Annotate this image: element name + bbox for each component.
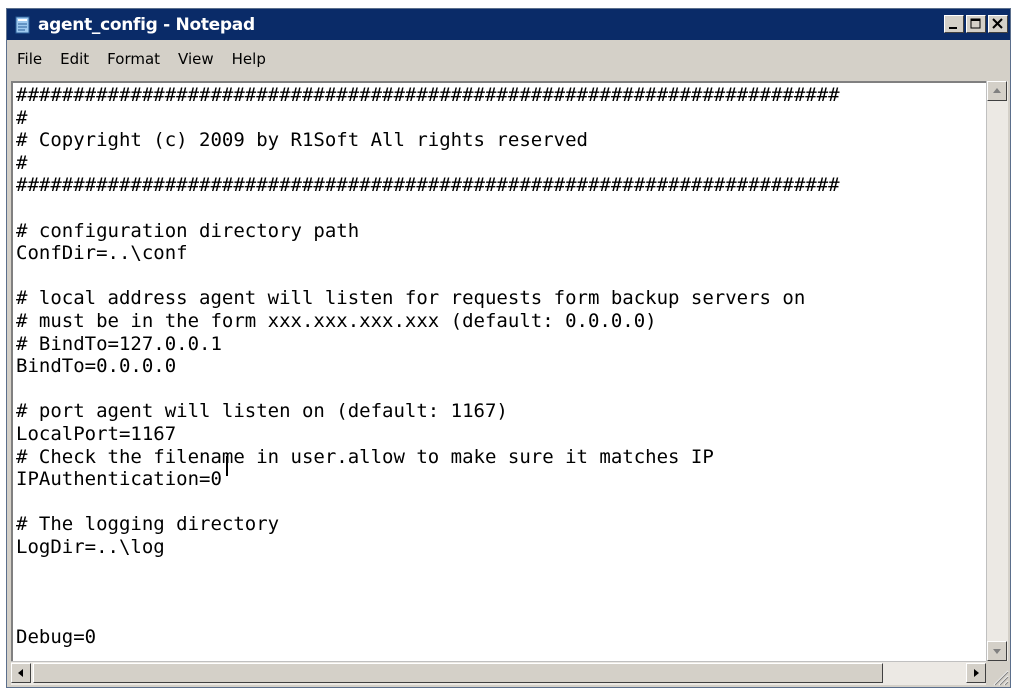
scroll-right-button[interactable] [966,663,986,683]
window-title: agent_config - Notepad [38,14,255,35]
menu-edit[interactable]: Edit [58,48,91,70]
close-icon [992,18,1003,29]
menu-view[interactable]: View [176,48,216,70]
editor-text[interactable]: ########################################… [16,84,840,649]
menu-bar: File Edit Format View Help [7,40,1010,77]
horizontal-scroll-thumb[interactable] [33,663,883,683]
arrow-right-icon [974,669,979,677]
menu-format[interactable]: Format [105,48,162,70]
text-caret [226,456,228,476]
resize-grip-icon [993,670,1009,686]
text-editor-area[interactable]: ########################################… [11,81,986,661]
vertical-scrollbar[interactable] [986,81,1008,661]
close-button[interactable] [988,15,1008,33]
arrow-left-icon [18,669,23,677]
menu-file[interactable]: File [15,48,44,70]
title-bar[interactable]: agent_config - Notepad [7,9,1010,40]
scroll-up-button[interactable] [987,81,1007,101]
arrow-down-icon [993,649,1001,654]
scroll-left-button[interactable] [11,663,31,683]
resize-grip[interactable] [986,661,1010,687]
window-controls [944,15,1008,33]
scroll-down-button[interactable] [987,641,1007,661]
notepad-icon[interactable] [14,16,32,34]
minimize-button[interactable] [944,15,964,33]
notepad-window: agent_config - Notepad File Edit Format … [6,8,1011,688]
arrow-up-icon [993,88,1001,93]
maximize-icon [970,18,981,29]
minimize-icon [949,27,957,29]
menu-help[interactable]: Help [230,48,268,70]
horizontal-scrollbar[interactable] [11,661,986,685]
maximize-button[interactable] [966,15,986,33]
